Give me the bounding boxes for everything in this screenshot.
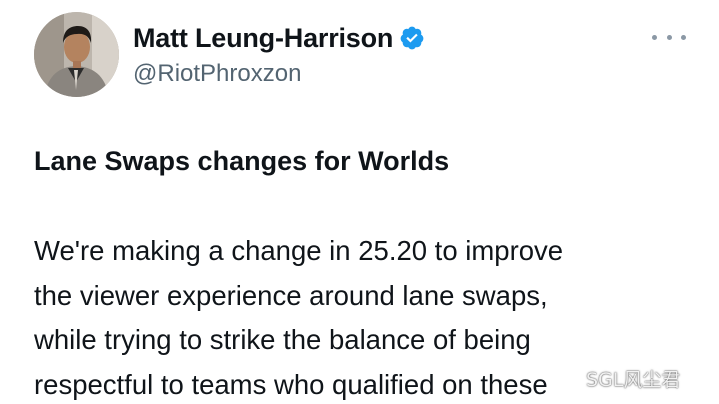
tweet-title: Lane Swaps changes for Worlds (34, 146, 450, 176)
more-dot-icon (681, 34, 686, 40)
avatar-photo (34, 12, 119, 97)
tweet-body-line: while trying to strike the balance of be… (34, 324, 531, 355)
more-dot-icon (652, 34, 657, 40)
tweet-body-line: the viewer experience around lane swaps, (34, 279, 548, 311)
tweet-card: Matt Leung-Harrison @RiotPhroxzon Lane S… (0, 0, 719, 404)
author-handle[interactable]: @RiotPhroxzon (133, 60, 301, 88)
author-display-name[interactable]: Matt Leung-Harrison (133, 23, 393, 54)
tweet-body-line: We're making a change in 25.20 to improv… (34, 235, 564, 266)
author-row: Matt Leung-Harrison (133, 20, 425, 56)
more-options-button[interactable] (652, 26, 686, 48)
avatar[interactable] (34, 12, 119, 97)
watermark: SGL风尘君 (586, 369, 681, 391)
verified-badge-icon (399, 25, 425, 51)
more-dot-icon (666, 34, 672, 40)
